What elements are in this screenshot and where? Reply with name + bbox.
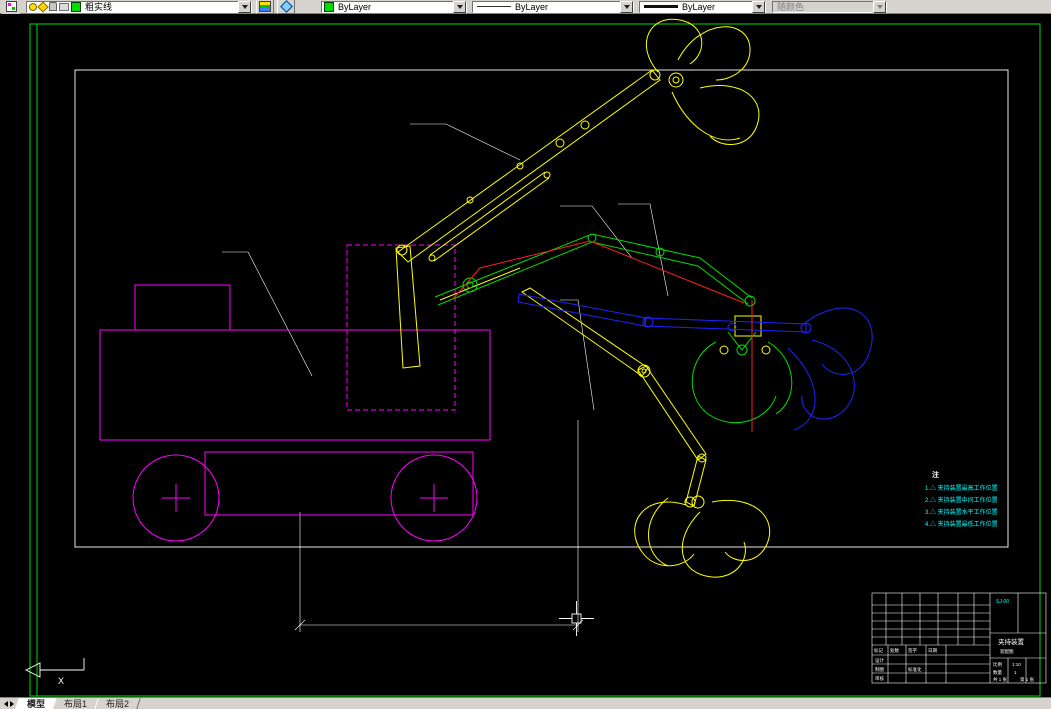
drawing-border-green bbox=[29, 23, 1041, 697]
notes-title: 注 bbox=[932, 470, 939, 479]
lineweight-sample-icon bbox=[644, 5, 678, 8]
tb-name: 夹持装置 bbox=[998, 637, 1025, 646]
tab-label: 布局1 bbox=[64, 699, 88, 709]
tb-qty-label: 数量 bbox=[993, 669, 1002, 676]
lineweight-combo-value: ByLayer bbox=[682, 1, 716, 12]
title-block-text: 标记 处数 签字 日期 设计 制图 审核 标准化 SJ-00 夹持装置 装配图 … bbox=[874, 599, 1035, 683]
diamond-icon bbox=[279, 0, 293, 13]
tab-layout2[interactable]: 布局2 bbox=[94, 698, 141, 709]
current-color-chip bbox=[324, 1, 334, 12]
tb-scale: 1:10 bbox=[1012, 662, 1021, 667]
lineweight-combo[interactable]: ByLayer bbox=[639, 0, 766, 13]
chevron-down-icon bbox=[456, 4, 463, 9]
layer-freeze-sun-icon bbox=[37, 0, 49, 13]
note-line: 1.△ 夹持装置最高工作位置 bbox=[925, 484, 998, 492]
plotstyle-combo-dropdown-arrow bbox=[873, 0, 886, 13]
tab-label: 模型 bbox=[27, 699, 46, 709]
color-combo-dropdown-arrow[interactable] bbox=[453, 0, 466, 13]
arm-position-upper bbox=[395, 69, 661, 369]
tb-type: 装配图 bbox=[1000, 648, 1014, 655]
tb-draft: 制图 bbox=[875, 666, 884, 673]
excavator-body bbox=[99, 244, 491, 542]
tab-scroll-left-icon bbox=[4, 700, 8, 707]
layout-tab-bar: 模型 布局1 布局2 bbox=[0, 697, 1051, 709]
drawing-canvas[interactable]: 标记 处数 签字 日期 设计 制图 审核 标准化 SJ-00 夹持装置 装配图 … bbox=[0, 14, 1051, 697]
plotstyle-combo-value: 随颜色 bbox=[777, 2, 805, 12]
grapple-upper bbox=[645, 18, 760, 146]
chevron-down-icon bbox=[241, 4, 248, 9]
linetype-combo-value: ByLayer bbox=[515, 1, 549, 12]
tb-code: SJ-00 bbox=[996, 599, 1009, 605]
tb-sheet: 共 1 张 bbox=[993, 676, 1008, 683]
layer-combo-dropdown-arrow[interactable] bbox=[238, 0, 251, 13]
drawing-svg: 标记 处数 签字 日期 设计 制图 审核 标准化 SJ-00 夹持装置 装配图 … bbox=[24, 18, 1047, 697]
plotstyle-combo: 随颜色 bbox=[772, 0, 887, 13]
tb-count: 处数 bbox=[890, 647, 899, 654]
grapple-lower bbox=[634, 495, 771, 578]
linetype-combo[interactable]: ByLayer bbox=[472, 0, 634, 13]
layer-combo-value: 粗实线 bbox=[85, 2, 113, 12]
ucs-x-label: X bbox=[58, 676, 64, 686]
grapple-middle-green bbox=[691, 331, 793, 424]
grapple-middle-blue bbox=[787, 307, 873, 431]
make-object-layer-current-button[interactable] bbox=[277, 0, 295, 14]
linetype-sample-icon bbox=[477, 6, 511, 7]
layer-combo[interactable]: 粗实线 bbox=[26, 0, 252, 13]
tb-mark: 标记 bbox=[874, 647, 883, 654]
lineweight-combo-dropdown-arrow[interactable] bbox=[752, 0, 765, 13]
ucs-icon bbox=[24, 658, 85, 678]
tb-date: 日期 bbox=[928, 648, 937, 654]
tb-scale-label: 比例 bbox=[993, 661, 1002, 668]
chevron-down-icon bbox=[876, 4, 883, 9]
tab-model[interactable]: 模型 bbox=[15, 698, 57, 709]
tb-sign: 签字 bbox=[908, 647, 917, 653]
layer-color-chip bbox=[71, 1, 81, 12]
tab-scroll-right-icon bbox=[10, 700, 14, 707]
sheet-frame bbox=[74, 69, 1009, 548]
tb-qty: 1 bbox=[1014, 670, 1017, 675]
tab-label: 布局2 bbox=[106, 699, 130, 709]
cad-window: 粗实线 ByLayer ByLayer ByLayer 随颜色 标记 处数 签字… bbox=[0, 0, 1051, 709]
layer-properties-button[interactable] bbox=[256, 0, 274, 14]
tb-page: 第 1 张 bbox=[1020, 676, 1035, 683]
note-line: 3.△ 夹持装置水平工作位置 bbox=[925, 508, 998, 516]
note-line: 2.△ 夹持装置中间工作位置 bbox=[925, 496, 998, 504]
arm-position-lower bbox=[521, 287, 707, 508]
arm-position-middle-green bbox=[434, 233, 756, 307]
tb-check: 审核 bbox=[875, 675, 884, 682]
layer-sheet-icon bbox=[5, 1, 17, 12]
layer-plot-printer-icon bbox=[59, 2, 69, 11]
tb-std: 标准化 bbox=[908, 666, 922, 673]
tb-design: 设计 bbox=[875, 657, 884, 664]
crosshair-pickbox bbox=[559, 601, 594, 636]
note-line: 4.△ 夹持装置最低工作位置 bbox=[925, 520, 998, 528]
layers-dialog-icon[interactable] bbox=[2, 0, 20, 14]
chevron-down-icon bbox=[623, 4, 630, 9]
notes: 注 1.△ 夹持装置最高工作位置 2.△ 夹持装置中间工作位置 3.△ 夹持装置… bbox=[925, 470, 998, 528]
linetype-combo-dropdown-arrow[interactable] bbox=[620, 0, 633, 13]
layer-on-bulb-icon bbox=[29, 2, 37, 11]
layer-stack-icon bbox=[259, 1, 271, 12]
color-combo[interactable]: ByLayer bbox=[321, 0, 467, 13]
layer-lock-icon bbox=[49, 2, 57, 11]
chevron-down-icon bbox=[755, 4, 762, 9]
title-block bbox=[871, 592, 1047, 684]
leader-lines bbox=[222, 123, 669, 411]
color-combo-value: ByLayer bbox=[338, 1, 372, 12]
object-properties-toolbar: 粗实线 ByLayer ByLayer ByLayer 随颜色 bbox=[0, 0, 1051, 14]
tab-layout1[interactable]: 布局1 bbox=[52, 698, 99, 709]
